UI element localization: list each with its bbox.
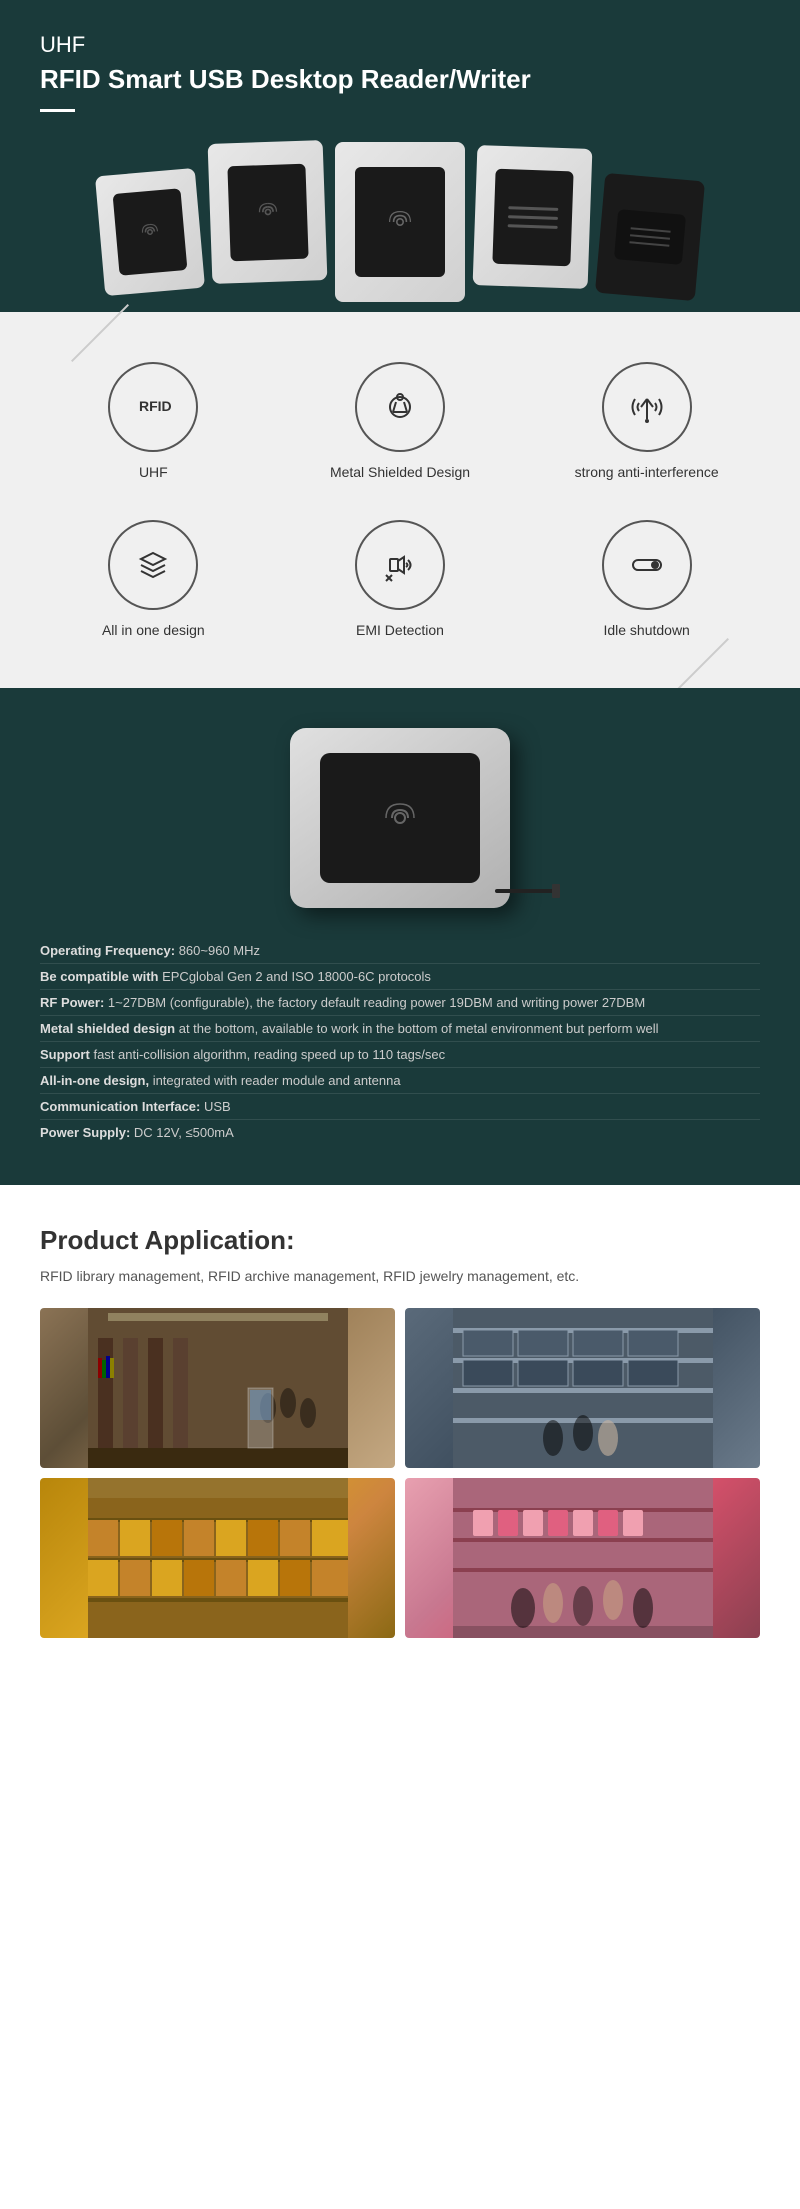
feature-emi-detection: EMI Detection [287, 520, 514, 638]
device-card [473, 145, 593, 289]
feature-anti-interference: strong anti-interference [533, 362, 760, 480]
feature-label-toggle: Idle shutdown [603, 622, 689, 638]
feature-icon-circle-uhf: RFID [108, 362, 198, 452]
features-section: RFID UHF Metal Shielded Design [0, 312, 800, 688]
app-image-warehouse [40, 1478, 395, 1638]
feature-icon-circle-layers [108, 520, 198, 610]
spec-item: Communication Interface: USB [40, 1094, 760, 1120]
features-grid: RFID UHF Metal Shielded Design [40, 362, 760, 638]
spec-item: Support fast anti-collision algorithm, r… [40, 1042, 760, 1068]
specs-list: Operating Frequency: 860~960 MHz Be comp… [40, 938, 760, 1145]
page-title: UHF RFID Smart USB Desktop Reader/Writer [40, 30, 760, 97]
hero-divider [40, 109, 75, 112]
spec-item: RF Power: 1~27DBM (configurable), the fa… [40, 990, 760, 1016]
app-subtitle: RFID library management, RFID archive ma… [40, 1268, 760, 1284]
hero-section: UHF RFID Smart USB Desktop Reader/Writer [0, 0, 800, 312]
svg-text:RFID: RFID [139, 398, 172, 414]
specs-section: Operating Frequency: 860~960 MHz Be comp… [0, 688, 800, 1185]
device-screen [320, 753, 480, 883]
device-card-main [335, 142, 465, 302]
decorative-line [71, 304, 129, 362]
feature-icon-circle-toggle [602, 520, 692, 610]
spec-item: Be compatible with EPCglobal Gen 2 and I… [40, 964, 760, 990]
feature-icon-circle-shield [355, 362, 445, 452]
spec-item: All-in-one design, integrated with reade… [40, 1068, 760, 1094]
feature-label-emi: EMI Detection [356, 622, 444, 638]
app-image-library [40, 1308, 395, 1468]
feature-all-in-one: All in one design [40, 520, 267, 638]
feature-label-uhf: UHF [139, 464, 168, 480]
specs-device-image [40, 728, 760, 908]
device-card [595, 173, 705, 301]
device-card [208, 140, 328, 284]
applications-section: Product Application: RFID library manage… [0, 1185, 800, 1678]
feature-label-antenna: strong anti-interference [575, 464, 719, 480]
app-image-store [405, 1478, 760, 1638]
feature-label-shield: Metal Shielded Design [330, 464, 470, 480]
feature-uhf: RFID UHF [40, 362, 267, 480]
feature-label-layers: All in one design [102, 622, 205, 638]
feature-metal-shield: Metal Shielded Design [287, 362, 514, 480]
app-section-title: Product Application: [40, 1225, 760, 1256]
spec-item: Operating Frequency: 860~960 MHz [40, 938, 760, 964]
device-card [95, 168, 205, 296]
device-3d [290, 728, 510, 908]
feature-idle-shutdown: Idle shutdown [533, 520, 760, 638]
spec-item: Metal shielded design at the bottom, ava… [40, 1016, 760, 1042]
app-image-office [405, 1308, 760, 1468]
hero-device-images [40, 132, 760, 312]
feature-icon-circle-emi [355, 520, 445, 610]
spec-item: Power Supply: DC 12V, ≤500mA [40, 1120, 760, 1145]
app-image-grid [40, 1308, 760, 1638]
feature-icon-circle-antenna [602, 362, 692, 452]
